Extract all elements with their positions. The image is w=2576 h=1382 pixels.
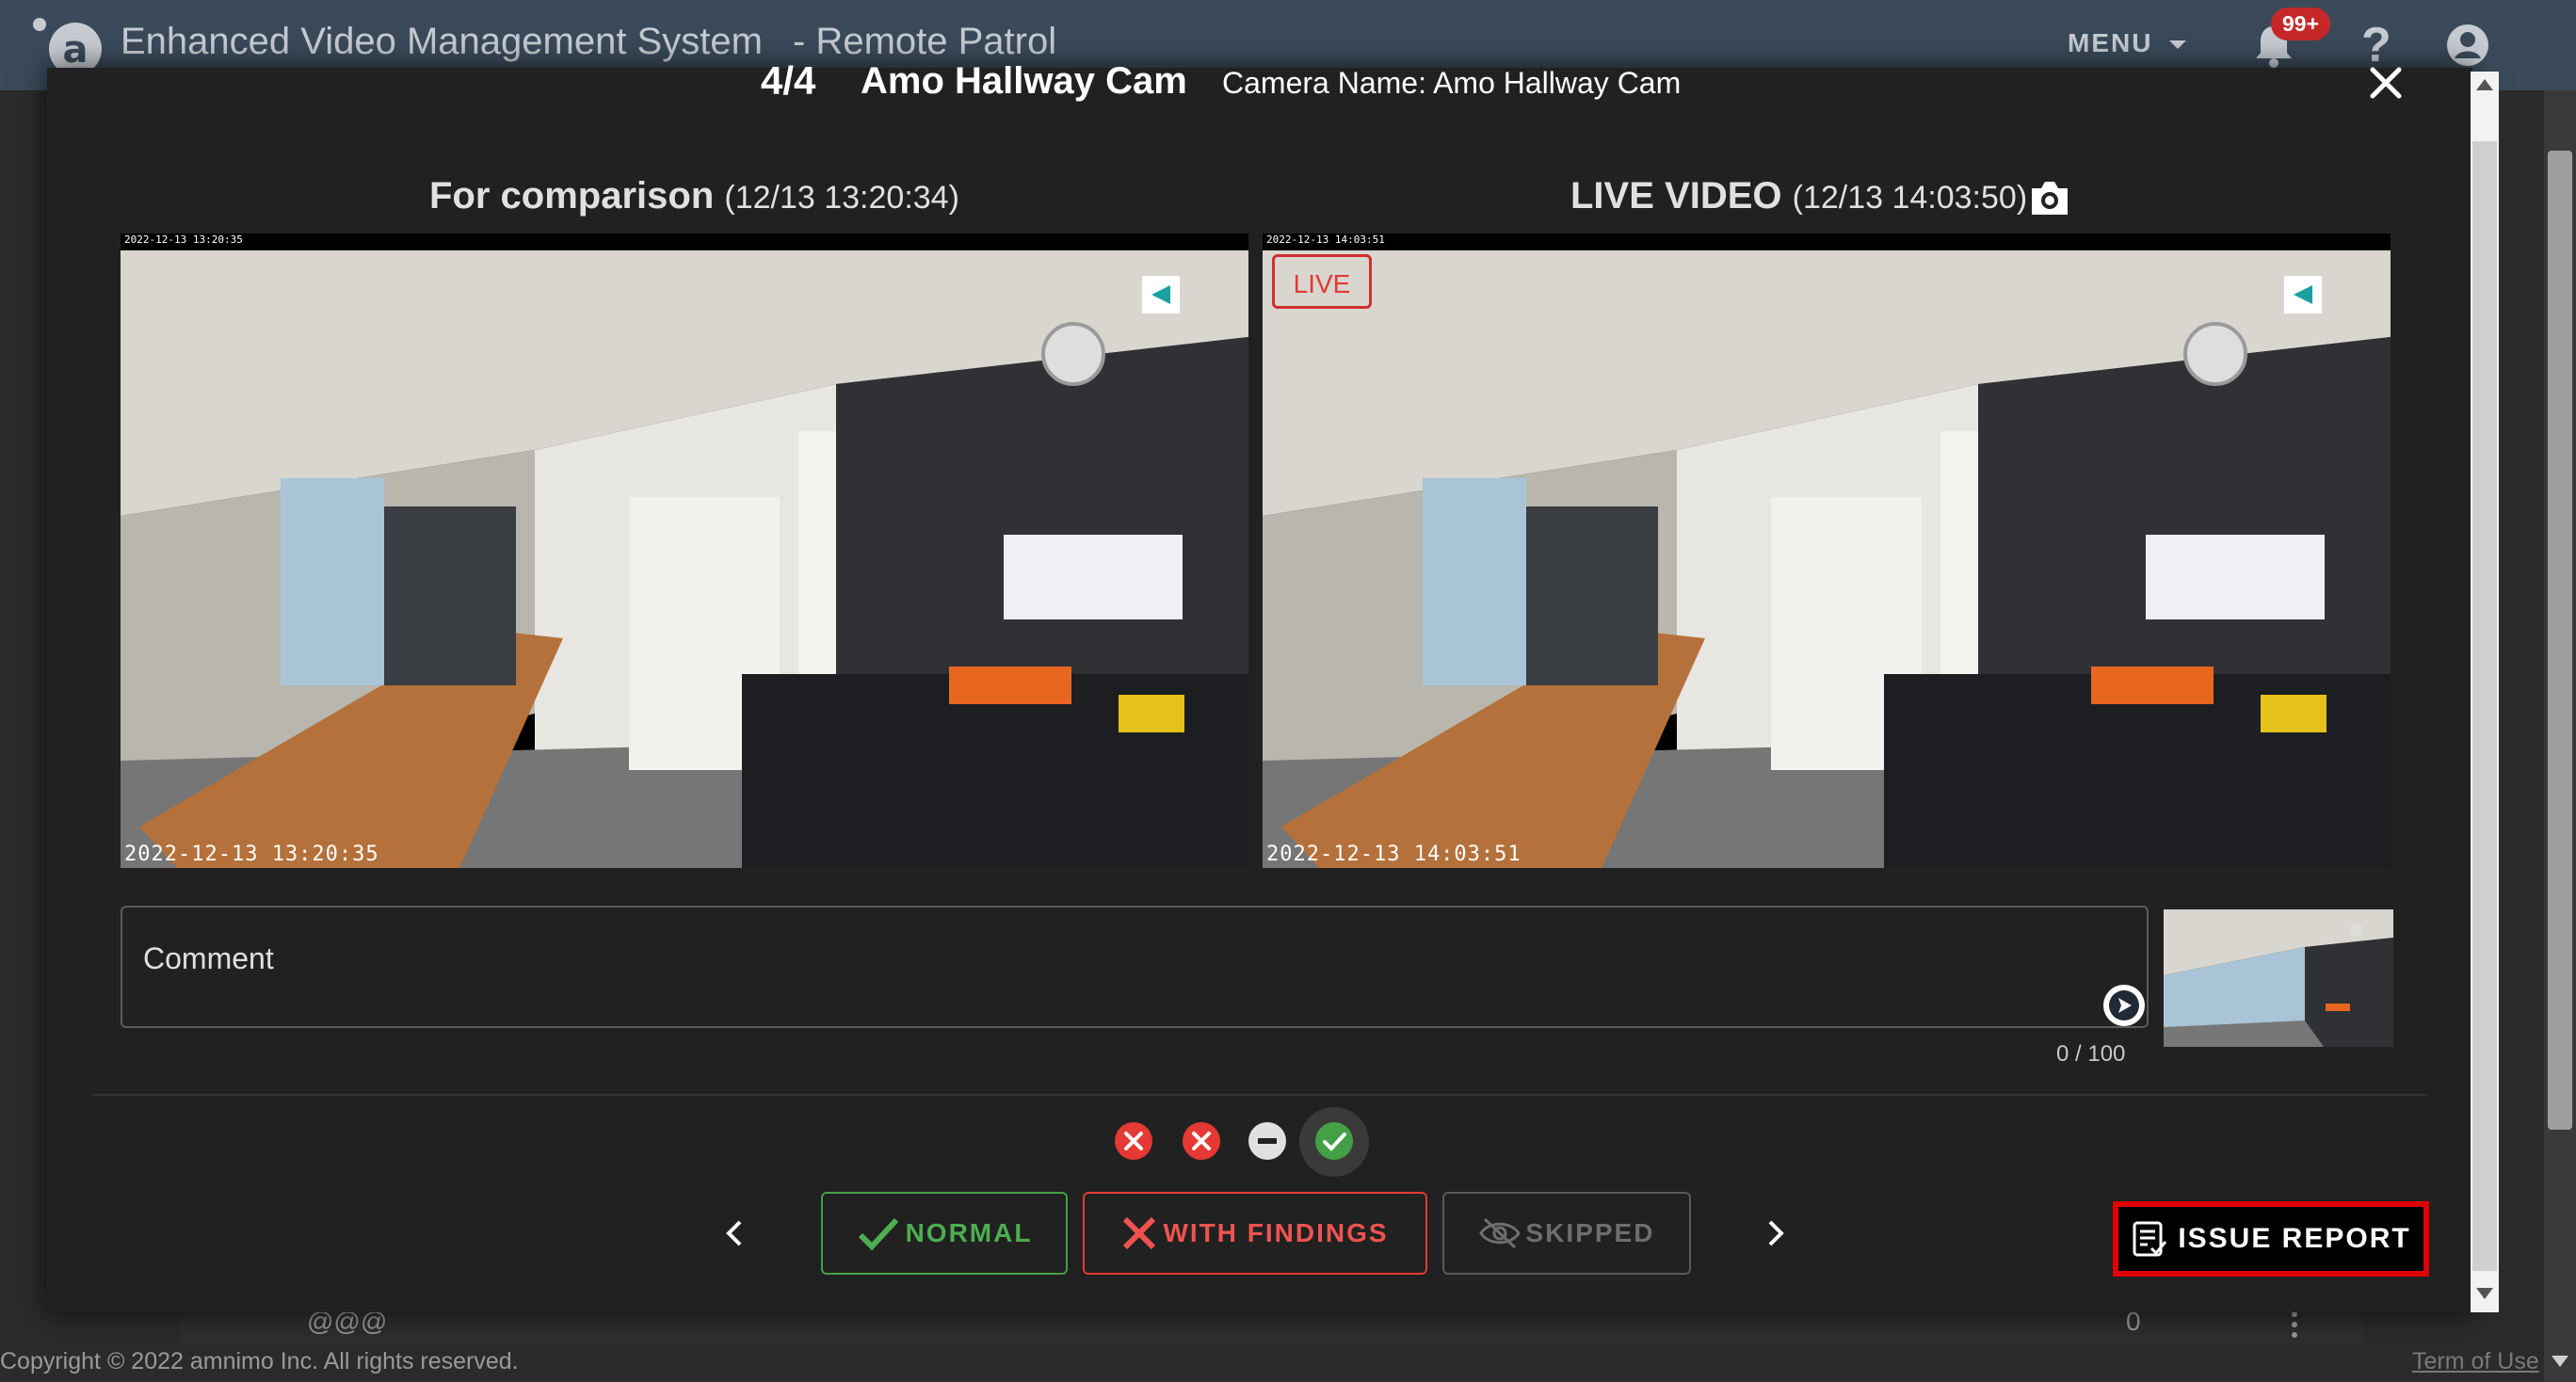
terms-link[interactable]: Term of Use — [2412, 1348, 2539, 1375]
app-title: Enhanced Video Management System — [121, 21, 763, 62]
chevron-left-icon[interactable] — [721, 1218, 748, 1248]
camera-counter: 4/4 — [761, 58, 816, 103]
video-timestamp-bottom: 2022-12-13 14:03:51 — [1266, 843, 1521, 866]
modal-scrollbar-thumb[interactable] — [2472, 141, 2497, 1271]
issue-report-label: ISSUE REPORT — [2178, 1223, 2411, 1254]
skipped-button[interactable]: SKIPPED — [1442, 1192, 1691, 1275]
normal-label: NORMAL — [905, 1218, 1033, 1247]
cross-icon — [1123, 1216, 1156, 1250]
svg-text:a: a — [63, 28, 89, 72]
account-icon[interactable] — [2445, 23, 2490, 68]
with-findings-button[interactable]: WITH FINDINGS — [1083, 1192, 1427, 1275]
comparison-timestamp: (12/13 13:20:34) — [724, 180, 959, 216]
comment-input[interactable] — [122, 908, 2147, 1026]
live-title: LIVE VIDEO — [1570, 175, 1782, 217]
hallway-scene — [121, 233, 1248, 868]
comment-field-wrapper — [121, 906, 2149, 1028]
live-timestamp: (12/13 14:03:50) — [1792, 180, 2028, 216]
chevron-down-icon — [2169, 40, 2187, 49]
scroll-down-arrow-icon[interactable] — [2550, 1352, 2570, 1371]
skipped-label: SKIPPED — [1525, 1218, 1655, 1247]
eye-off-icon — [1478, 1217, 1521, 1249]
app-subtitle: - Remote Patrol — [793, 21, 1057, 62]
divider — [92, 1094, 2427, 1096]
comment-counter: 0 / 100 — [2056, 1041, 2126, 1067]
live-heading: LIVE VIDEO (12/13 14:03:50) — [1570, 175, 2027, 217]
notification-badge: 99+ — [2271, 8, 2331, 40]
error-icon[interactable] — [1113, 1120, 1154, 1162]
send-icon[interactable] — [2101, 983, 2147, 1028]
menu-button[interactable]: MENU — [2068, 28, 2188, 58]
camera-title: Amo Hallway Cam — [861, 60, 1187, 102]
menu-label: MENU — [2068, 28, 2153, 57]
camera-name-label: Camera Name: Amo Hallway Cam — [1222, 66, 1682, 100]
chevron-right-icon[interactable] — [1763, 1218, 1789, 1248]
camera-snapshot-icon[interactable] — [2028, 179, 2071, 218]
video-timestamp-top: 2022-12-13 14:03:51 — [1266, 233, 1385, 246]
video-timestamp-top: 2022-12-13 13:20:35 — [124, 233, 243, 246]
hallway-scene — [1263, 233, 2391, 868]
error-icon[interactable] — [1181, 1120, 1222, 1162]
comparison-video: 2022-12-13 13:20:35 2022-12-13 13:20:35 — [121, 233, 1248, 868]
more-vertical-icon[interactable] — [2290, 1310, 2299, 1339]
check-icon — [858, 1217, 898, 1251]
copyright-text: Copyright © 2022 amnimo Inc. All rights … — [0, 1348, 519, 1374]
comparison-heading: For comparison (12/13 13:20:34) — [429, 175, 959, 217]
video-timestamp-bottom: 2022-12-13 13:20:35 — [124, 843, 379, 866]
with-findings-label: WITH FINDINGS — [1163, 1218, 1389, 1247]
snapshot-thumbnail[interactable] — [2164, 909, 2393, 1047]
scroll-up-arrow-icon[interactable] — [2474, 75, 2495, 94]
comparison-title: For comparison — [429, 175, 715, 217]
hallway-scene — [2164, 909, 2393, 1047]
issue-report-button[interactable]: ISSUE REPORT — [2113, 1201, 2429, 1277]
check-circle-icon[interactable] — [1313, 1120, 1355, 1162]
minus-circle-icon[interactable] — [1247, 1120, 1288, 1162]
live-video: 2022-12-13 14:03:51 LIVE 2022-12-13 14:0… — [1263, 233, 2391, 868]
report-icon — [2133, 1221, 2167, 1257]
scroll-down-arrow-icon[interactable] — [2474, 1284, 2495, 1303]
normal-button[interactable]: NORMAL — [821, 1192, 1068, 1275]
page-scrollbar-thumb[interactable] — [2548, 151, 2572, 1130]
live-tag: LIVE — [1272, 254, 1372, 309]
close-icon[interactable] — [2365, 62, 2407, 104]
